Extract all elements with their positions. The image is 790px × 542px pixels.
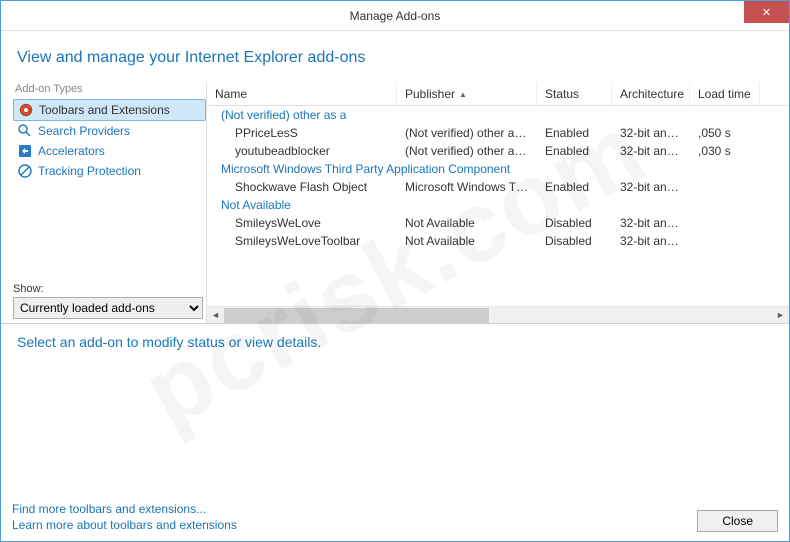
- sidebar-item-label: Toolbars and Extensions: [39, 103, 170, 117]
- cell-publisher: Not Available: [397, 215, 537, 231]
- learn-more-link[interactable]: Learn more about toolbars and extensions: [12, 518, 237, 532]
- grid-group-header[interactable]: Microsoft Windows Third Party Applicatio…: [207, 160, 789, 178]
- cell-status: Enabled: [537, 179, 612, 195]
- column-header-architecture[interactable]: Architecture: [612, 83, 690, 105]
- sidebar-item-accelerators[interactable]: Accelerators: [13, 141, 206, 161]
- cell-publisher: (Not verified) other as a: [397, 125, 537, 141]
- cell-load: [690, 179, 760, 195]
- sidebar-item-toolbars-extensions[interactable]: Toolbars and Extensions: [13, 99, 206, 121]
- page-title: View and manage your Internet Explorer a…: [17, 49, 773, 67]
- sort-ascending-icon: ▲: [459, 90, 467, 99]
- sidebar-item-search-providers[interactable]: Search Providers: [13, 121, 206, 141]
- cell-status: Disabled: [537, 215, 612, 231]
- footer-links: Find more toolbars and extensions... Lea…: [12, 502, 237, 532]
- titlebar: Manage Add-ons ✕: [1, 1, 789, 31]
- main-content: Add-on Types Toolbars and Extensions Sea…: [1, 83, 789, 323]
- addon-grid-panel: Name Publisher▲ Status Architecture Load…: [206, 83, 789, 323]
- cell-publisher: Not Available: [397, 233, 537, 249]
- grid-group-header[interactable]: (Not verified) other as a: [207, 106, 789, 124]
- column-header-publisher[interactable]: Publisher▲: [397, 83, 537, 105]
- cell-name: SmileysWeLoveToolbar: [207, 233, 397, 249]
- show-label: Show:: [13, 283, 206, 295]
- grid-row[interactable]: SmileysWeLove Not Available Disabled 32-…: [207, 214, 789, 232]
- header: View and manage your Internet Explorer a…: [1, 31, 789, 83]
- grid-row[interactable]: SmileysWeLoveToolbar Not Available Disab…: [207, 232, 789, 250]
- column-header-name[interactable]: Name: [207, 83, 397, 105]
- grid-header: Name Publisher▲ Status Architecture Load…: [207, 83, 789, 106]
- scroll-thumb[interactable]: [224, 308, 489, 323]
- grid-group-header[interactable]: Not Available: [207, 196, 789, 214]
- addon-types-label: Add-on Types: [13, 83, 206, 95]
- scroll-left-icon[interactable]: ◄: [207, 307, 224, 324]
- tracking-protection-icon: [17, 163, 33, 179]
- grid-body: (Not verified) other as a PPriceLesS (No…: [207, 106, 789, 306]
- window-title: Manage Add-ons: [350, 9, 441, 23]
- show-filter-select[interactable]: Currently loaded add-ons: [13, 297, 203, 319]
- toolbars-icon: [18, 102, 34, 118]
- cell-load: ,030 s: [690, 143, 760, 159]
- detail-area: Select an add-on to modify status or vie…: [1, 324, 789, 360]
- cell-load: ,050 s: [690, 125, 760, 141]
- cell-name: youtubeadblocker: [207, 143, 397, 159]
- accelerator-icon: [17, 143, 33, 159]
- sidebar-item-label: Search Providers: [38, 124, 130, 138]
- cell-status: Enabled: [537, 143, 612, 159]
- sidebar-item-tracking-protection[interactable]: Tracking Protection: [13, 161, 206, 181]
- cell-arch: 32-bit and ...: [612, 233, 690, 249]
- column-header-load-time[interactable]: Load time: [690, 83, 760, 105]
- grid-row[interactable]: youtubeadblocker (Not verified) other as…: [207, 142, 789, 160]
- cell-load: [690, 233, 760, 249]
- left-panel: Add-on Types Toolbars and Extensions Sea…: [1, 83, 206, 323]
- cell-arch: 32-bit and ...: [612, 179, 690, 195]
- addon-type-list: Toolbars and Extensions Search Providers…: [13, 99, 206, 181]
- detail-prompt: Select an add-on to modify status or vie…: [17, 334, 773, 350]
- cell-arch: 32-bit and ...: [612, 143, 690, 159]
- sidebar-item-label: Accelerators: [38, 144, 105, 158]
- cell-publisher: Microsoft Windows Third...: [397, 179, 537, 195]
- cell-name: Shockwave Flash Object: [207, 179, 397, 195]
- grid-row[interactable]: Shockwave Flash Object Microsoft Windows…: [207, 178, 789, 196]
- footer: Find more toolbars and extensions... Lea…: [0, 502, 790, 532]
- cell-name: PPriceLesS: [207, 125, 397, 141]
- sidebar-item-label: Tracking Protection: [38, 164, 141, 178]
- horizontal-scrollbar[interactable]: ◄ ►: [207, 306, 789, 323]
- window-close-button[interactable]: ✕: [744, 1, 789, 23]
- cell-load: [690, 215, 760, 231]
- cell-arch: 32-bit and ...: [612, 125, 690, 141]
- scroll-track[interactable]: [224, 307, 772, 324]
- search-icon: [17, 123, 33, 139]
- cell-arch: 32-bit and ...: [612, 215, 690, 231]
- cell-publisher: (Not verified) other as a: [397, 143, 537, 159]
- cell-status: Disabled: [537, 233, 612, 249]
- cell-status: Enabled: [537, 125, 612, 141]
- find-more-link[interactable]: Find more toolbars and extensions...: [12, 502, 237, 516]
- close-icon: ✕: [762, 6, 771, 19]
- grid-row[interactable]: PPriceLesS (Not verified) other as a Ena…: [207, 124, 789, 142]
- scroll-right-icon[interactable]: ►: [772, 307, 789, 324]
- cell-name: SmileysWeLove: [207, 215, 397, 231]
- close-button[interactable]: Close: [697, 510, 778, 532]
- show-filter-area: Show: Currently loaded add-ons: [13, 283, 206, 323]
- column-header-status[interactable]: Status: [537, 83, 612, 105]
